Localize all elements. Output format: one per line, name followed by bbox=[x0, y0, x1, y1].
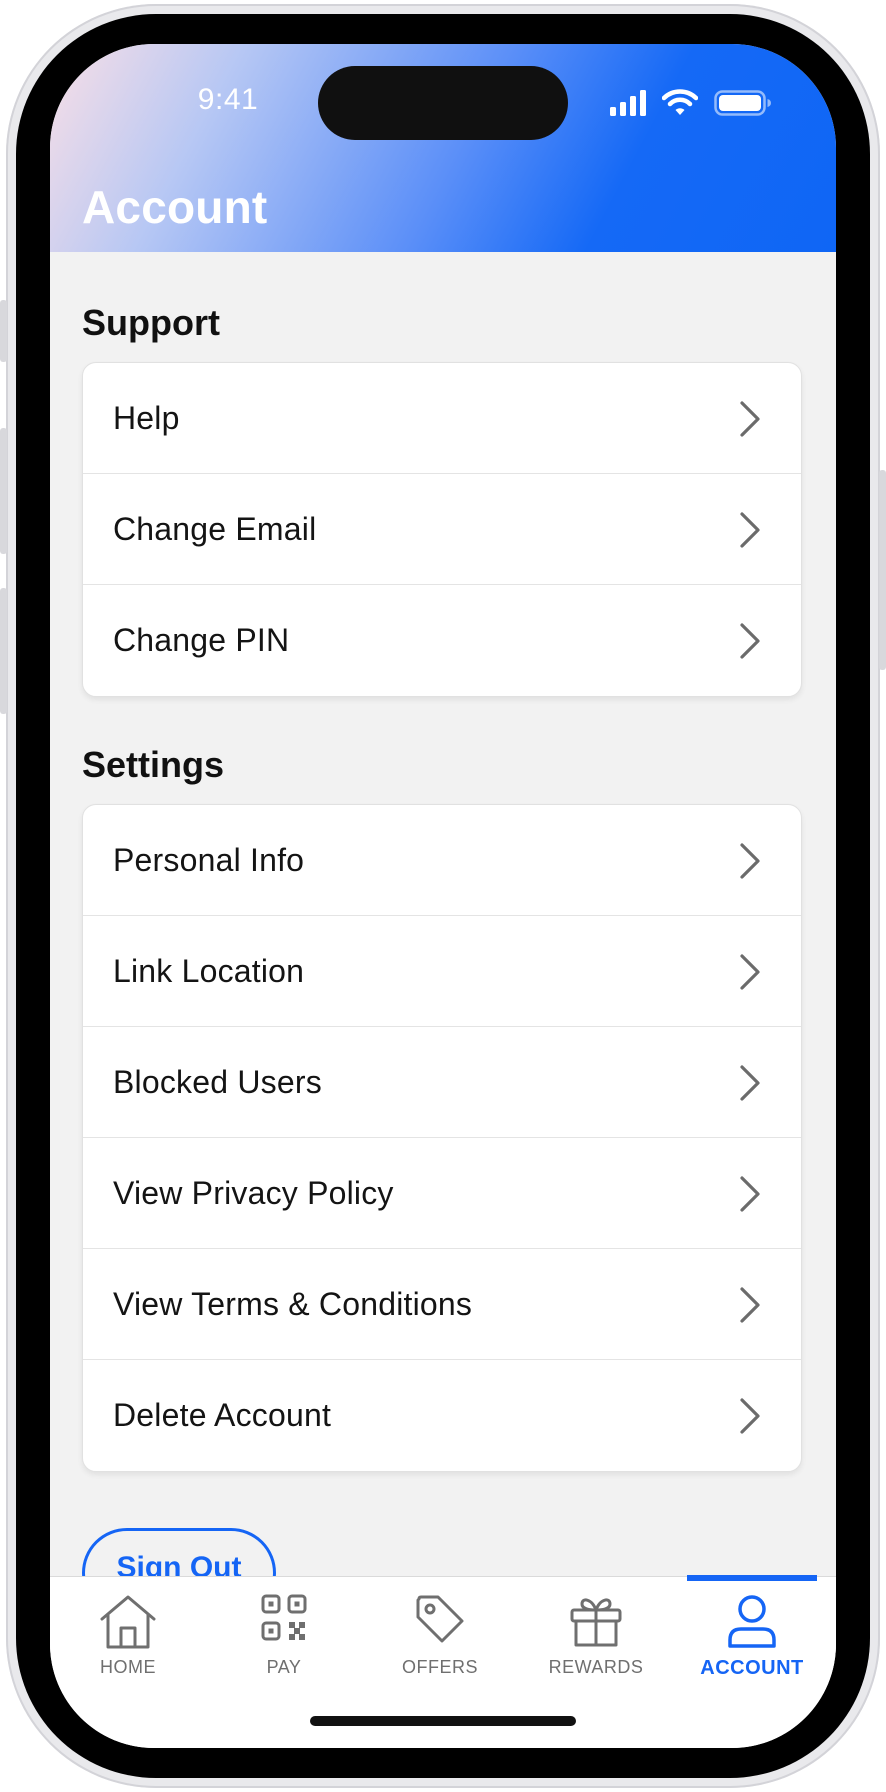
chevron-right-icon bbox=[740, 843, 760, 879]
tab-home[interactable]: HOME bbox=[50, 1577, 206, 1697]
settings-card: Personal Info Link Location Blocked User… bbox=[82, 804, 802, 1472]
status-time: 9:41 bbox=[197, 83, 259, 116]
menu-item-help[interactable]: Help bbox=[83, 363, 801, 474]
menu-item-label: View Terms & Conditions bbox=[113, 1285, 473, 1322]
chevron-right-icon bbox=[740, 954, 760, 990]
support-card: Help Change Email Change PIN bbox=[82, 362, 802, 697]
menu-item-label: Link Location bbox=[113, 952, 305, 989]
tag-icon bbox=[416, 1595, 464, 1643]
wifi-icon bbox=[662, 89, 698, 115]
support-section-title: Support bbox=[82, 302, 220, 343]
menu-item-change-email[interactable]: Change Email bbox=[83, 474, 801, 585]
volume-up-button bbox=[0, 428, 7, 554]
user-icon bbox=[728, 1595, 776, 1648]
qr-code-icon bbox=[261, 1594, 307, 1641]
menu-item-change-pin[interactable]: Change PIN bbox=[83, 585, 801, 696]
settings-section-title: Settings bbox=[82, 744, 225, 785]
page-title: Account bbox=[82, 181, 268, 233]
chevron-right-icon bbox=[740, 1065, 760, 1101]
action-button bbox=[0, 300, 7, 362]
volume-down-button bbox=[0, 588, 7, 714]
menu-item-privacy-policy[interactable]: View Privacy Policy bbox=[83, 1138, 801, 1249]
battery-icon bbox=[714, 90, 771, 116]
power-button bbox=[879, 470, 886, 670]
tab-label: PAY bbox=[266, 1657, 302, 1677]
dynamic-island bbox=[318, 66, 568, 140]
menu-item-link-location[interactable]: Link Location bbox=[83, 916, 801, 1027]
menu-item-blocked-users[interactable]: Blocked Users bbox=[83, 1027, 801, 1138]
home-icon bbox=[100, 1595, 156, 1649]
chevron-right-icon bbox=[740, 1398, 760, 1434]
home-indicator bbox=[310, 1716, 576, 1726]
menu-item-label: View Privacy Policy bbox=[113, 1174, 394, 1211]
menu-item-label: Blocked Users bbox=[113, 1063, 322, 1100]
tab-label: ACCOUNT bbox=[700, 1657, 804, 1679]
tab-pay[interactable]: PAY bbox=[206, 1577, 362, 1697]
tab-rewards[interactable]: REWARDS bbox=[518, 1577, 674, 1697]
menu-item-label: Personal Info bbox=[113, 841, 305, 878]
menu-item-delete-account[interactable]: Delete Account bbox=[83, 1360, 801, 1471]
menu-item-label: Delete Account bbox=[113, 1397, 332, 1433]
chevron-right-icon bbox=[740, 1176, 760, 1212]
menu-item-label: Help bbox=[113, 399, 180, 436]
chevron-right-icon bbox=[740, 401, 760, 437]
header: 9:41 Account bbox=[50, 44, 836, 252]
tab-label: REWARDS bbox=[548, 1657, 644, 1677]
active-tab-indicator bbox=[687, 1575, 817, 1581]
screen: 9:41 Account Support Help Change Email C… bbox=[50, 44, 836, 1748]
menu-item-label: Change Email bbox=[113, 510, 317, 547]
chevron-right-icon bbox=[740, 512, 760, 548]
gift-icon bbox=[570, 1598, 622, 1647]
tab-label: OFFERS bbox=[401, 1657, 478, 1677]
menu-item-terms-conditions[interactable]: View Terms & Conditions bbox=[83, 1249, 801, 1360]
tab-offers[interactable]: OFFERS bbox=[362, 1577, 518, 1697]
tab-label: HOME bbox=[100, 1657, 156, 1677]
chevron-right-icon bbox=[740, 1287, 760, 1323]
menu-item-personal-info[interactable]: Personal Info bbox=[83, 805, 801, 916]
menu-item-label: Change PIN bbox=[113, 622, 290, 658]
tab-account[interactable]: ACCOUNT bbox=[674, 1575, 830, 1697]
cellular-signal-icon bbox=[610, 90, 646, 116]
chevron-right-icon bbox=[740, 623, 760, 659]
